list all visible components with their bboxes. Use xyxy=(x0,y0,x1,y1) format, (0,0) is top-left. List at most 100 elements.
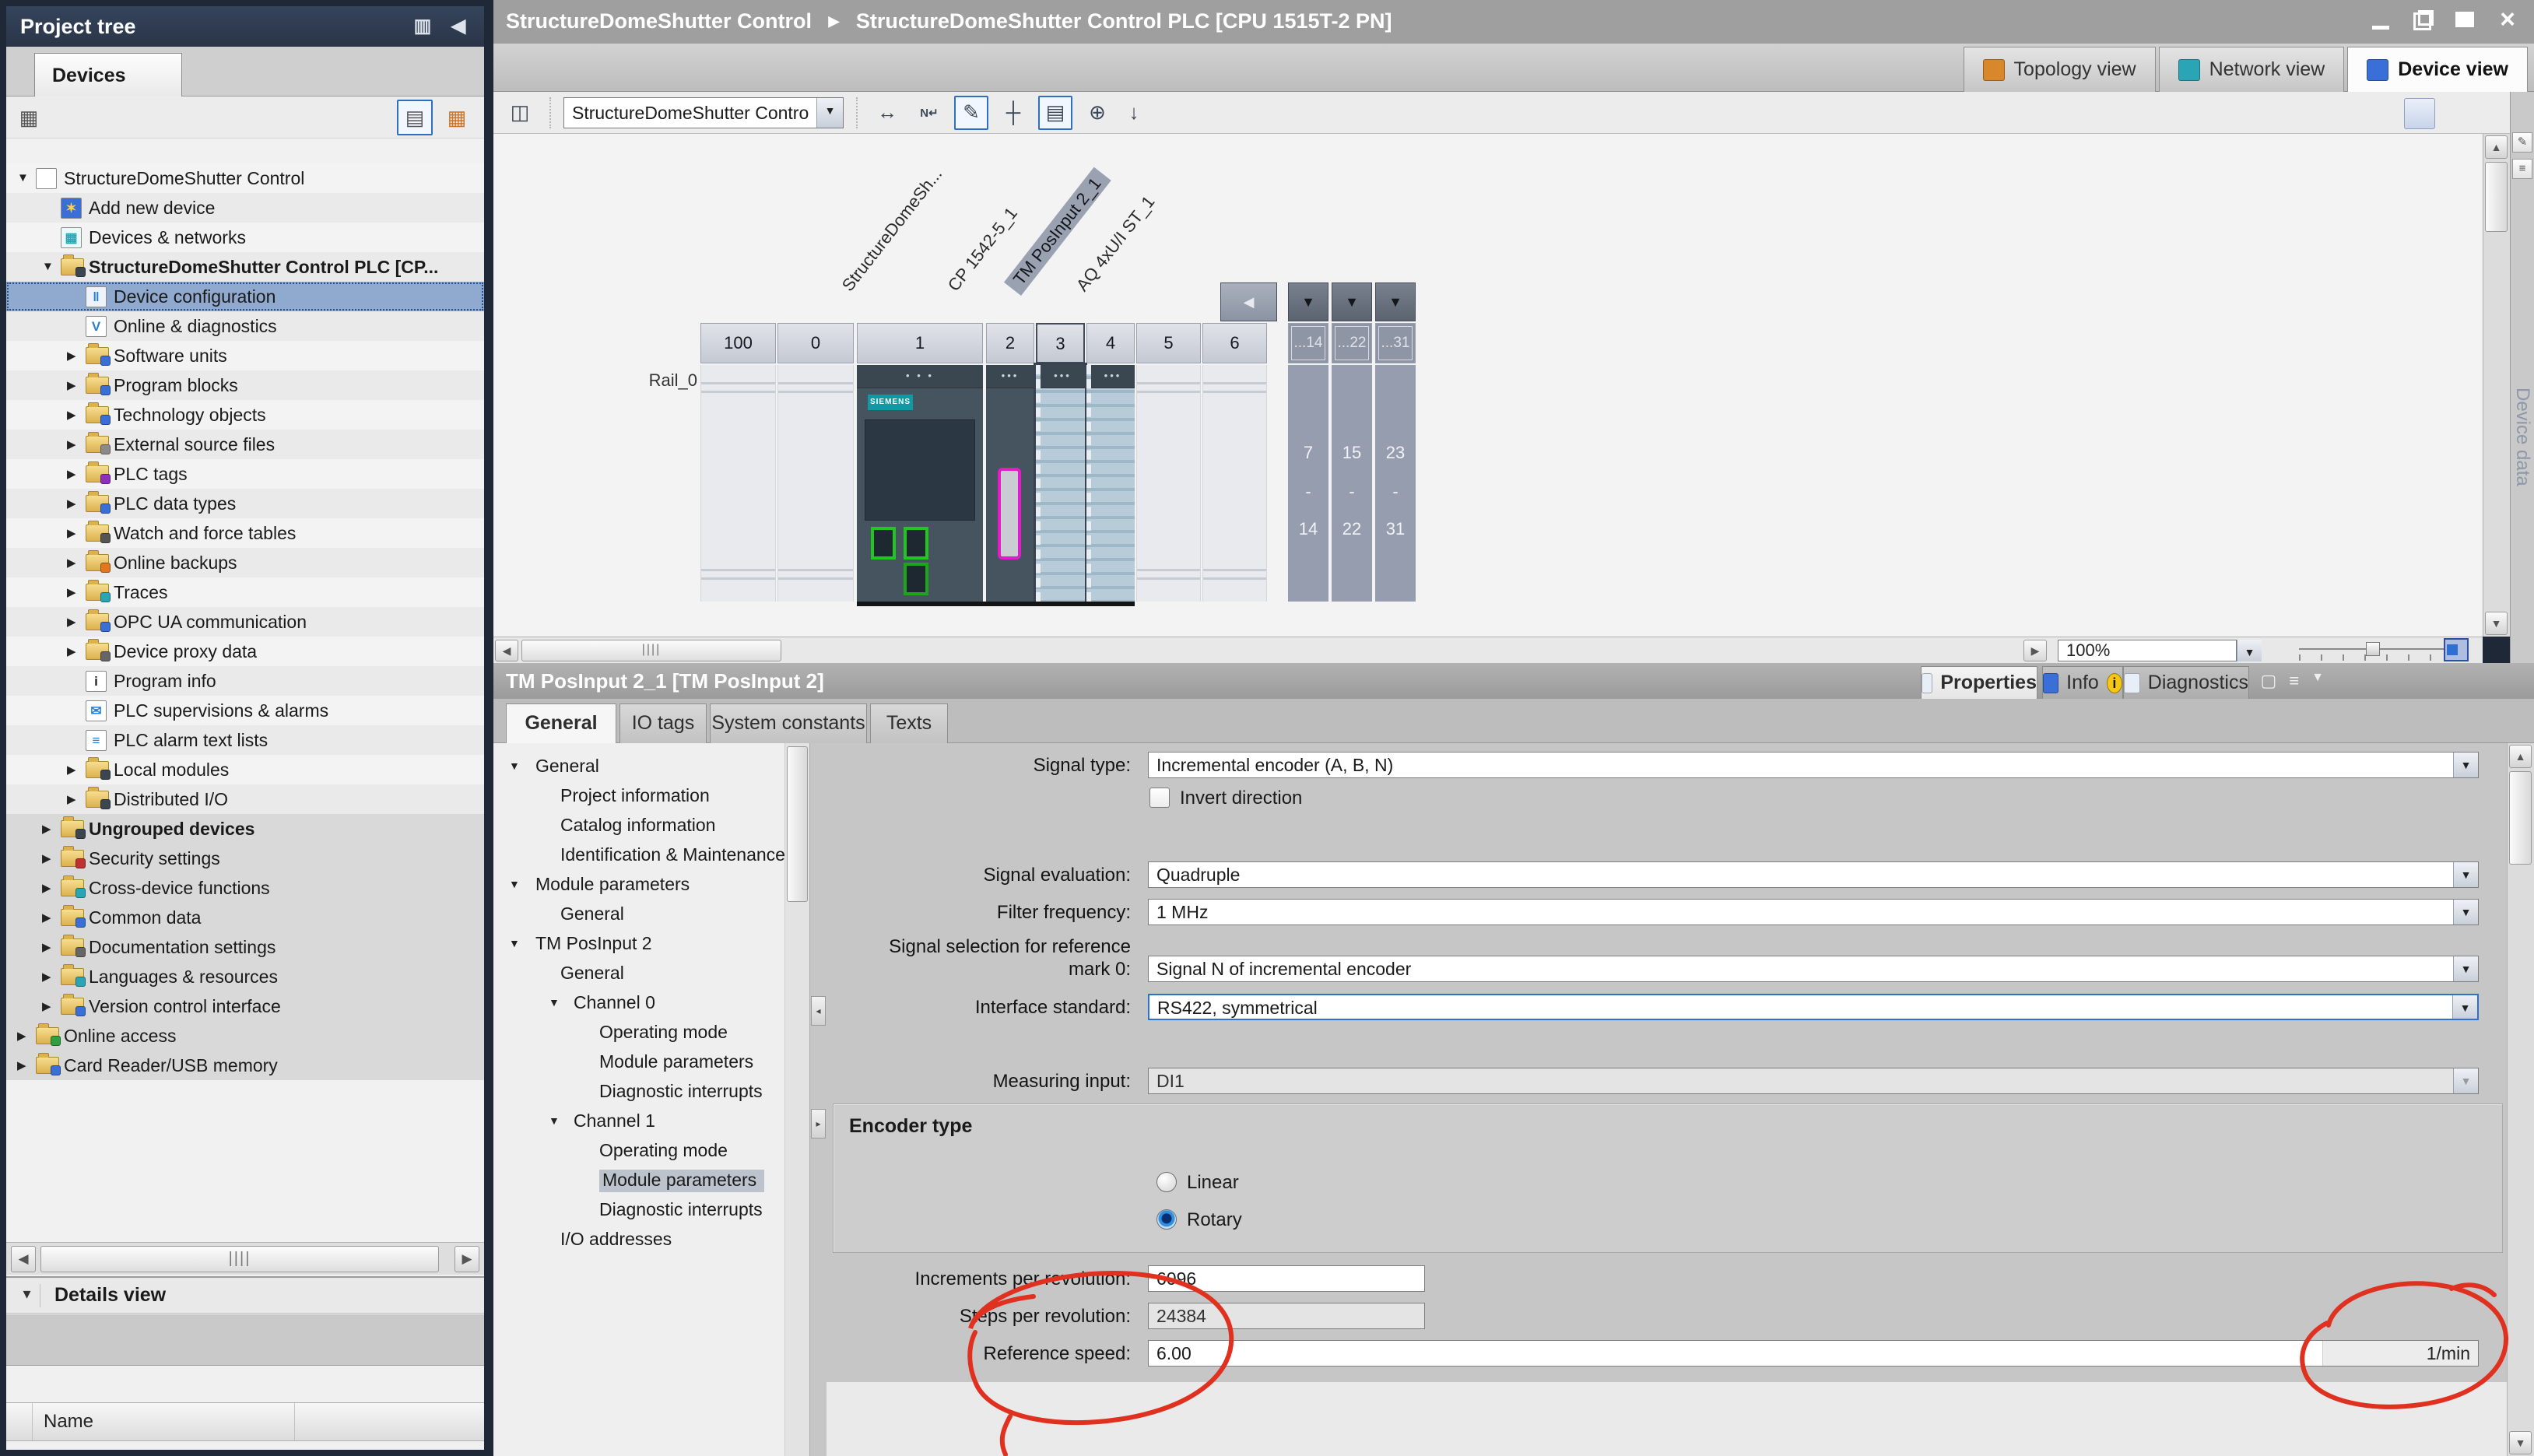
device-view-canvas[interactable]: StructureDomeSh...CP 1542-5_1TM PosInput… xyxy=(493,134,2483,637)
chevron-down-icon[interactable]: ▼ xyxy=(1288,282,1328,321)
nav-item[interactable]: Identification & Maintenance xyxy=(493,840,784,869)
chevron-right-icon[interactable]: ▶ xyxy=(42,851,51,865)
chevron-right-icon[interactable]: ▶ xyxy=(42,940,51,954)
page-list-icon[interactable]: ▤ xyxy=(1038,96,1072,130)
crosshair-grid-icon[interactable]: ┼ xyxy=(996,96,1030,130)
tab-system-constants[interactable]: System constants xyxy=(710,703,867,743)
scroll-up-icon[interactable]: ▲ xyxy=(2509,745,2532,768)
chevron-right-icon[interactable]: ▶ xyxy=(67,792,76,806)
tree-item[interactable]: ▶Security settings xyxy=(6,844,484,873)
linear-radio[interactable] xyxy=(1156,1172,1177,1192)
measuring-input-select[interactable]: DI1 xyxy=(1148,1068,2479,1094)
nav-item[interactable]: General xyxy=(493,899,784,928)
tree-item[interactable]: ▶Online access xyxy=(6,1021,484,1051)
tab-info[interactable]: Infoi xyxy=(2042,666,2123,699)
collapsed-slot-group[interactable]: 7-14 xyxy=(1288,365,1328,602)
properties-vscrollbar[interactable]: ▲ ▼ xyxy=(2507,743,2534,1456)
download-icon[interactable]: ↓ xyxy=(1122,96,1146,130)
chevron-down-icon[interactable] xyxy=(2453,956,2478,981)
scroll-left-icon[interactable]: ◀ xyxy=(495,640,518,661)
tree-item[interactable]: ▶Local modules xyxy=(6,755,484,784)
list-icon[interactable]: ≡ xyxy=(2512,159,2532,179)
chevron-down-icon[interactable]: ▼ xyxy=(1375,282,1416,321)
pencil-icon[interactable]: ✎ xyxy=(2512,132,2532,153)
steps-input[interactable]: 24384 xyxy=(1148,1303,1425,1329)
scroll-up-icon[interactable]: ▲ xyxy=(2485,135,2508,159)
list-icon[interactable]: ≡ xyxy=(2289,671,2299,691)
nav-item[interactable]: I/O addresses xyxy=(493,1224,784,1254)
tree-item[interactable]: ▶Languages & resources xyxy=(6,962,484,991)
chevron-right-icon[interactable]: ▶ xyxy=(42,970,51,984)
cp-module[interactable]: ••• xyxy=(986,365,1034,602)
chevron-right-icon[interactable]: ▶ xyxy=(42,881,51,895)
chevron-right-icon[interactable]: ▶ xyxy=(67,378,76,392)
chevron-down-icon[interactable]: ▼ xyxy=(17,171,29,184)
chevron-right-icon[interactable]: ▶ xyxy=(42,999,51,1013)
tree-item[interactable]: ▶Documentation settings xyxy=(6,932,484,962)
chevron-right-icon[interactable]: ▶ xyxy=(17,1029,26,1043)
chevron-right-icon[interactable]: ▶ xyxy=(67,349,76,363)
tree-item[interactable]: ▶External source files xyxy=(6,430,484,459)
tree-item[interactable]: ▶Cross-device functions xyxy=(6,873,484,903)
zoom-level-select[interactable]: 100% xyxy=(2058,640,2237,661)
slot-header[interactable]: 5 xyxy=(1136,323,1201,363)
chevron-down-icon[interactable] xyxy=(2453,862,2478,887)
nav-item[interactable]: Diagnostic interrupts xyxy=(493,1076,784,1106)
scroll-down-icon[interactable]: ▼ xyxy=(2485,612,2508,635)
nav-item[interactable]: Project information xyxy=(493,781,784,810)
nav-item[interactable]: ▼Channel 1 xyxy=(493,1106,784,1135)
chevron-right-icon[interactable]: ▶ xyxy=(67,526,76,540)
scroll-right-icon[interactable]: ▶ xyxy=(455,1246,479,1272)
scrollbar-thumb[interactable] xyxy=(787,746,808,902)
tree-item[interactable]: ▶Ungrouped devices xyxy=(6,814,484,844)
ref-mark-select[interactable]: Signal N of incremental encoder xyxy=(1148,956,2479,982)
chevron-down-icon[interactable]: ▼ xyxy=(509,760,520,772)
tree-item[interactable]: ▶Traces xyxy=(6,577,484,607)
tree-item[interactable]: ‖Device configuration xyxy=(6,282,484,311)
chevron-right-icon[interactable]: ▶ xyxy=(67,615,76,629)
tree-item[interactable]: ▼StructureDomeShutter Control xyxy=(6,163,484,193)
pane-splitter[interactable]: ◂ ▸ xyxy=(809,743,827,1456)
empty-slot[interactable] xyxy=(1202,365,1267,602)
zoom-in-icon[interactable]: ⊕ xyxy=(1080,96,1114,130)
tm-posinput-module[interactable]: ••• xyxy=(1036,365,1085,602)
tree-item[interactable]: ▶Version control interface xyxy=(6,991,484,1021)
chevron-down-icon[interactable] xyxy=(2237,640,2262,661)
nav-item[interactable]: ▼Module parameters xyxy=(493,869,784,899)
cpu-module[interactable]: • • • SIEMENS xyxy=(857,365,983,602)
scrollbar-thumb[interactable] xyxy=(2485,162,2508,232)
tree-item[interactable]: ▶Online backups xyxy=(6,548,484,577)
slot-header[interactable]: 6 xyxy=(1202,323,1267,363)
nav-item[interactable]: Module parameters xyxy=(493,1165,784,1195)
zoom-slider-handle[interactable] xyxy=(2366,642,2380,656)
scrollbar-thumb[interactable]: |||| xyxy=(40,1246,439,1272)
chevron-down-icon[interactable]: ▼ xyxy=(1332,282,1372,321)
chevron-down-icon[interactable]: ▼ xyxy=(2311,671,2324,691)
reference-speed-input[interactable]: 6.00 1/min xyxy=(1148,1340,2479,1367)
empty-slot[interactable] xyxy=(1136,365,1201,602)
tree-item[interactable]: ▶Technology objects xyxy=(6,400,484,430)
bookmark-icon[interactable]: ▦ xyxy=(11,100,47,135)
collapsed-slot-header[interactable]: ...14 xyxy=(1288,323,1328,363)
chevron-right-icon[interactable]: ▶ xyxy=(67,437,76,451)
slot-header[interactable]: 4 xyxy=(1086,323,1135,363)
tab-network-view[interactable]: Network view xyxy=(2159,47,2345,92)
zoom-slider[interactable] xyxy=(2299,648,2455,650)
collapsed-slot-group[interactable]: 15-22 xyxy=(1332,365,1372,602)
close-icon[interactable]: × xyxy=(2495,8,2520,33)
scroll-right-icon[interactable]: ▶ xyxy=(2023,640,2047,661)
collapse-right-icon[interactable]: ▸ xyxy=(811,1109,826,1138)
chevron-down-icon[interactable]: ▼ xyxy=(509,878,520,890)
chevron-down-icon[interactable] xyxy=(816,98,843,128)
tree-item[interactable]: ▶Program blocks xyxy=(6,370,484,400)
tab-device-view[interactable]: Device view xyxy=(2347,47,2528,92)
scroll-left-icon[interactable]: ◀ xyxy=(11,1246,36,1272)
slot-header[interactable]: 3 xyxy=(1036,323,1085,363)
restore-icon[interactable] xyxy=(2411,8,2436,33)
fit-to-view-icon[interactable] xyxy=(2444,638,2469,661)
float-panel-icon[interactable]: ▢ xyxy=(2261,671,2277,691)
scroll-down-icon[interactable]: ▼ xyxy=(2509,1431,2532,1454)
chevron-right-icon[interactable]: ▶ xyxy=(67,496,76,510)
tree-item[interactable]: ▦Devices & networks xyxy=(6,223,484,252)
chevron-down-icon[interactable] xyxy=(2453,753,2478,777)
